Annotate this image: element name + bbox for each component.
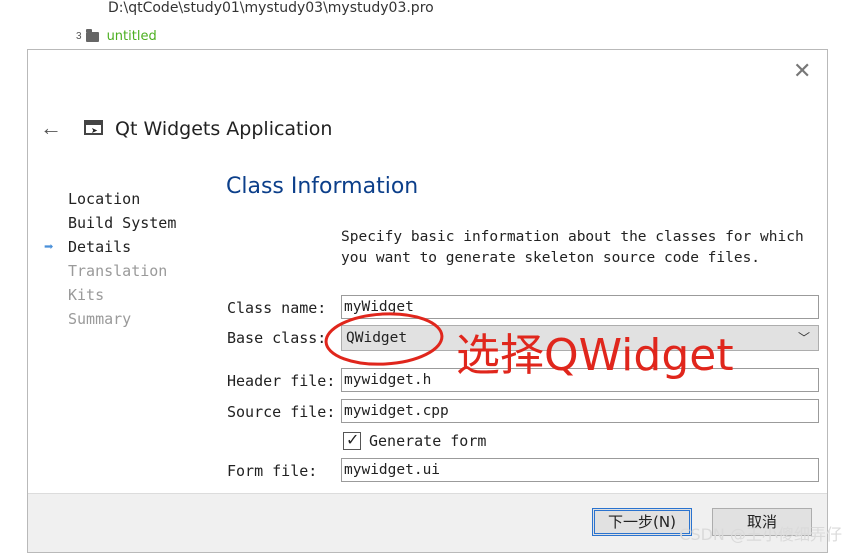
project-tree-row[interactable]: 3 untitled <box>76 28 157 44</box>
section-title: Class Information <box>226 174 419 199</box>
step-translation: Translation <box>68 262 168 280</box>
header-file-label: Header file: <box>227 372 336 390</box>
cursor-icon: ➤ <box>91 126 98 135</box>
current-step-arrow-icon: ➡ <box>44 237 54 256</box>
chevron-down-icon: ﹀ <box>797 331 810 345</box>
wizard-steps: Location Build System ➡ Details Translat… <box>44 187 177 331</box>
generate-form-label: Generate form <box>369 432 487 450</box>
project-path: D:\qtCode\study01\mystudy03\mystudy03.pr… <box>108 0 434 16</box>
step-summary: Summary <box>68 310 132 328</box>
step-kits: Kits <box>68 286 105 304</box>
folder-icon <box>85 28 99 42</box>
source-file-input[interactable]: mywidget.cpp <box>341 399 819 423</box>
folder-name: untitled <box>106 29 157 44</box>
step-location: Location <box>68 190 141 208</box>
application-icon: ➤ <box>84 120 103 135</box>
step-details-label: Details <box>68 238 132 256</box>
source-file-label: Source file: <box>227 403 336 421</box>
annotation-circle <box>324 312 444 366</box>
wizard-title: Qt Widgets Application <box>115 118 333 140</box>
class-name-label: Class name: <box>227 299 327 317</box>
step-details: ➡ Details <box>44 235 176 259</box>
close-icon[interactable]: ✕ <box>793 60 811 82</box>
watermark: CSDN @王小傻细弄仔 <box>679 525 842 544</box>
generate-form-checkbox[interactable]: ✓ <box>343 432 361 450</box>
next-button[interactable]: 下一步(N) <box>592 508 692 536</box>
new-project-wizard-dialog: ✕ ← ➤ Qt Widgets Application Location Bu… <box>27 49 828 553</box>
form-file-input[interactable]: mywidget.ui <box>341 458 819 482</box>
back-arrow-icon[interactable]: ← <box>40 116 62 140</box>
step-build-system: Build System <box>68 214 177 232</box>
form-file-label: Form file: <box>227 462 318 480</box>
base-class-label: Base class: <box>227 329 327 347</box>
section-description: Specify basic information about the clas… <box>341 229 804 266</box>
row-number: 3 <box>76 31 82 42</box>
annotation-text: 选择QWidget <box>456 330 734 381</box>
checkmark-icon: ✓ <box>346 432 360 449</box>
